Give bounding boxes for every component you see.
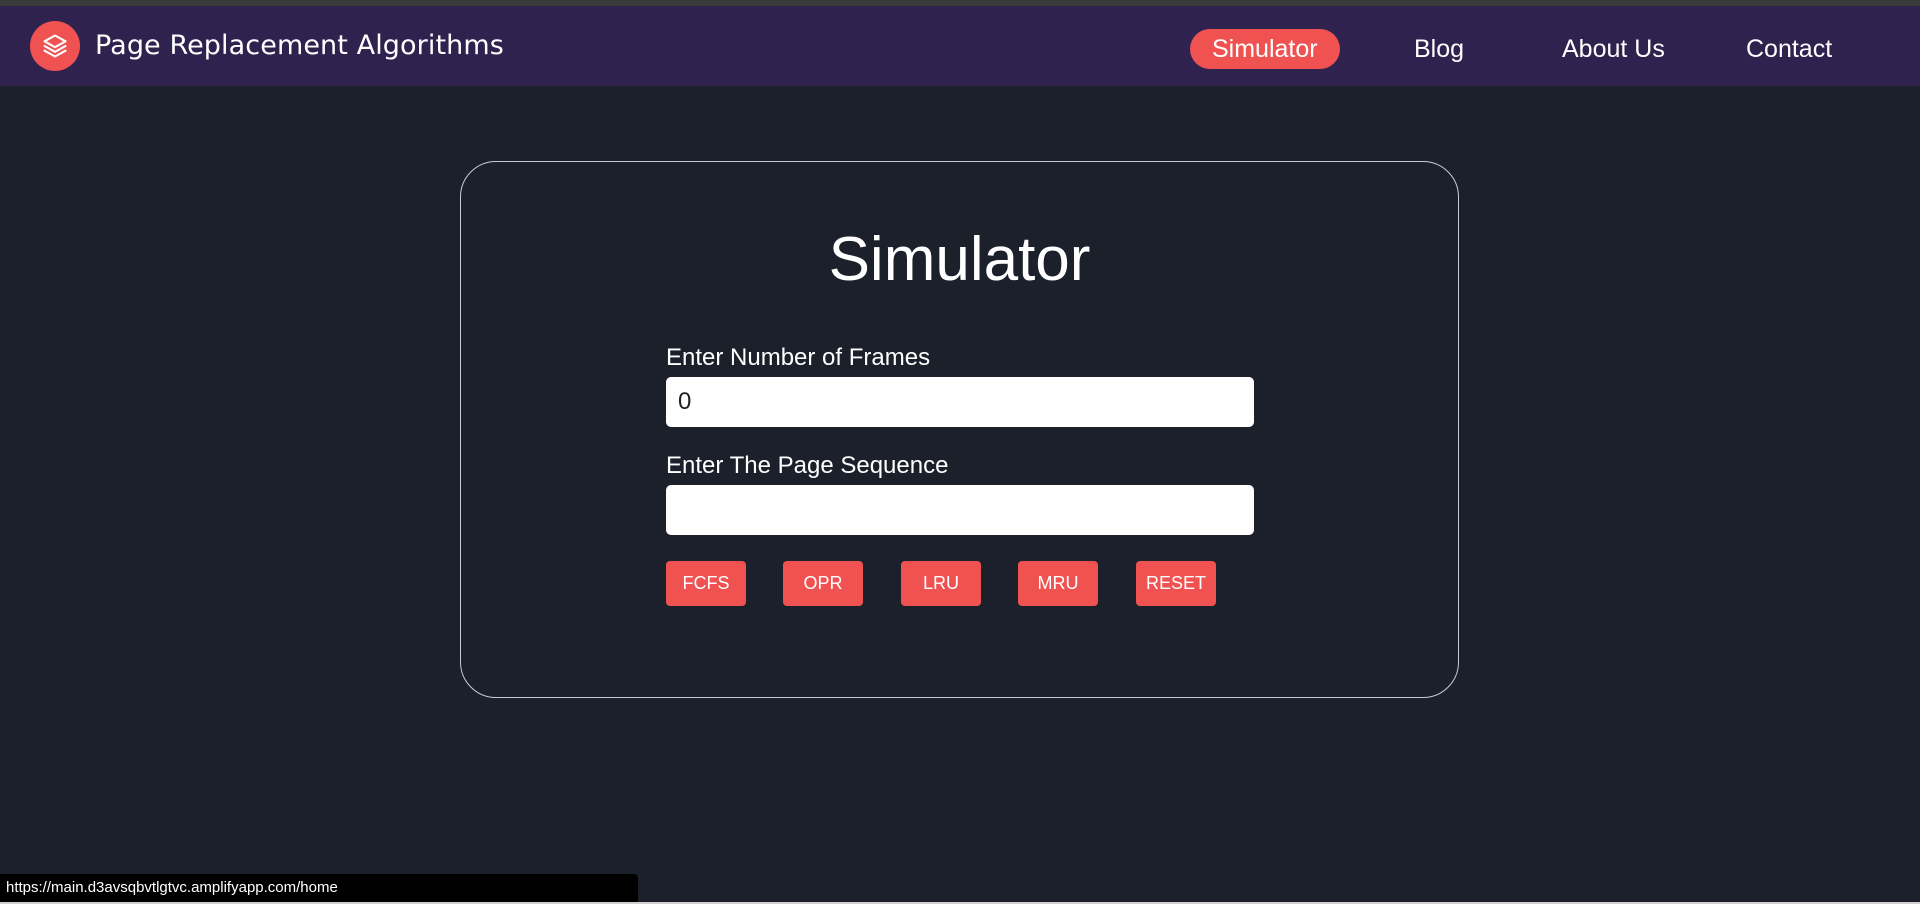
frames-input[interactable] <box>666 377 1254 427</box>
page-title: Simulator <box>828 225 1091 294</box>
frames-label: Enter Number of Frames <box>666 344 931 371</box>
nav-link-blog[interactable]: Blog <box>1414 29 1464 69</box>
reset-button[interactable]: RESET <box>1136 561 1216 606</box>
simulator-card: Simulator Enter Number of Frames Enter T… <box>460 161 1459 698</box>
sequence-input[interactable] <box>666 485 1254 535</box>
nav-link-simulator[interactable]: Simulator <box>1190 29 1340 69</box>
logo[interactable] <box>30 21 80 71</box>
status-bar-url: https://main.d3avsqbvtlgtvc.amplifyapp.c… <box>0 874 638 902</box>
fcfs-button[interactable]: FCFS <box>666 561 746 606</box>
lru-button[interactable]: LRU <box>901 561 981 606</box>
layers-icon <box>43 34 67 58</box>
navbar: Page Replacement Algorithms Simulator Bl… <box>0 6 1920 86</box>
brand-title[interactable]: Page Replacement Algorithms <box>95 30 504 61</box>
nav-link-contact[interactable]: Contact <box>1746 29 1832 69</box>
opr-button[interactable]: OPR <box>783 561 863 606</box>
mru-button[interactable]: MRU <box>1018 561 1098 606</box>
sequence-label: Enter The Page Sequence <box>666 452 949 479</box>
nav-link-about-us[interactable]: About Us <box>1562 29 1665 69</box>
